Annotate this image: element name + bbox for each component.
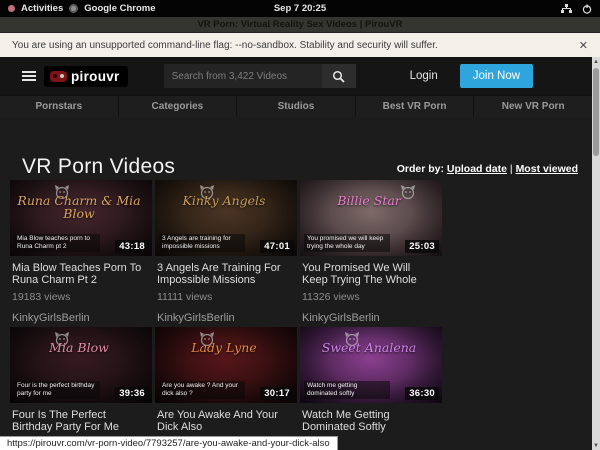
search-button[interactable] <box>322 64 356 88</box>
video-thumbnail[interactable]: Sweet Analena Watch me getting dominated… <box>300 327 442 403</box>
clock[interactable]: Sep 7 20:25 <box>0 3 600 14</box>
nav-item-new-vr-porn[interactable]: New VR Porn <box>473 96 592 117</box>
video-card: Runa Charm & Mia Blow Mia Blow teaches p… <box>10 180 152 324</box>
duration-badge: 36:30 <box>405 387 439 400</box>
studio-watermark-icon <box>344 332 360 346</box>
login-link[interactable]: Login <box>410 70 438 82</box>
site-logo[interactable]: pirouvr <box>44 66 128 87</box>
scrollbar-thumb[interactable] <box>593 68 599 156</box>
nav-item-studios[interactable]: Studios <box>236 96 355 117</box>
video-title-link[interactable]: Four Is The Perfect Birthday Party For M… <box>12 409 148 433</box>
video-title-link[interactable]: Watch Me Getting Dominated Softly <box>302 409 438 433</box>
video-title-link[interactable]: Mia Blow Teaches Porn To Runa Charm Pt 2 <box>12 262 148 286</box>
main-nav: PornstarsCategoriesStudiosBest VR PornNe… <box>0 95 592 117</box>
nav-item-categories[interactable]: Categories <box>118 96 237 117</box>
video-studio-link[interactable]: KinkyGirlsBerlin <box>302 312 438 324</box>
order-upload-date-link[interactable]: Upload date <box>447 163 507 175</box>
order-by: Order by: Upload date | Most viewed <box>397 163 578 179</box>
menu-icon[interactable] <box>22 69 36 83</box>
video-card: Billie Star You promised we will keep tr… <box>300 180 442 324</box>
search-icon <box>332 70 345 83</box>
video-studio-link[interactable]: KinkyGirlsBerlin <box>12 312 148 324</box>
page-title: VR Porn Videos <box>22 155 175 179</box>
nav-item-pornstars[interactable]: Pornstars <box>0 96 118 117</box>
video-thumbnail[interactable]: Runa Charm & Mia Blow Mia Blow teaches p… <box>10 180 152 256</box>
scroll-down-icon[interactable]: ▼ <box>592 441 600 450</box>
video-studio-link[interactable]: KinkyGirlsBerlin <box>157 312 293 324</box>
video-views: 11111 views <box>157 291 293 303</box>
browser-window: Activities Google Chrome Sep 7 20:25 VR … <box>0 0 600 450</box>
chrome-warning-bar: You are using an unsupported command-lin… <box>0 33 600 57</box>
nav-item-best-vr-porn[interactable]: Best VR Porn <box>355 96 474 117</box>
video-thumbnail[interactable]: Lady Lyne Are you awake ? And your dick … <box>155 327 297 403</box>
search-input[interactable] <box>164 64 322 88</box>
duration-badge: 25:03 <box>405 240 439 253</box>
scroll-up-icon[interactable]: ▲ <box>592 57 600 66</box>
studio-watermark-icon <box>199 185 215 199</box>
order-by-label: Order by: <box>397 163 444 175</box>
site-header: pirouvr Login Join Now <box>0 57 592 95</box>
vr-goggles-icon <box>50 71 67 82</box>
video-title-link[interactable]: 3 Angels Are Training For Impossible Mis… <box>157 262 293 286</box>
close-icon[interactable]: ✕ <box>579 39 600 52</box>
duration-badge: 47:01 <box>260 240 294 253</box>
video-title-link[interactable]: You Promised We Will Keep Trying The Who… <box>302 262 438 286</box>
video-card: Sweet Analena Watch me getting dominated… <box>300 327 442 450</box>
video-card: Mia Blow Four is the perfect birthday pa… <box>10 327 152 450</box>
video-title-link[interactable]: Are You Awake And Your Dick Also <box>157 409 293 433</box>
video-views: 19183 views <box>12 291 148 303</box>
studio-watermark-icon <box>400 185 416 199</box>
video-views: 11326 views <box>302 291 438 303</box>
site-logo-text: pirouvr <box>71 69 120 84</box>
studio-watermark-icon <box>54 185 70 199</box>
warning-message: You are using an unsupported command-lin… <box>0 40 438 51</box>
studio-watermark-icon <box>54 332 70 346</box>
scrollbar[interactable]: ▲ ▼ <box>592 57 600 450</box>
page-viewport: pirouvr Login Join Now PornstarsCategori… <box>0 57 600 450</box>
video-card: Kinky Angels 3 Angels are training for i… <box>155 180 297 324</box>
duration-badge: 43:18 <box>115 240 149 253</box>
video-thumbnail[interactable]: Kinky Angels 3 Angels are training for i… <box>155 180 297 256</box>
video-thumbnail[interactable]: Mia Blow Four is the perfect birthday pa… <box>10 327 152 403</box>
window-title-bar: VR Porn: Virtual Reality Sex Videos | Pi… <box>0 17 600 33</box>
video-thumbnail[interactable]: Billie Star You promised we will keep tr… <box>300 180 442 256</box>
video-grid: Runa Charm & Mia Blow Mia Blow teaches p… <box>0 180 582 450</box>
join-now-button[interactable]: Join Now <box>460 64 533 88</box>
duration-badge: 30:17 <box>260 387 294 400</box>
studio-watermark-icon <box>199 332 215 346</box>
video-card: Lady Lyne Are you awake ? And your dick … <box>155 327 297 450</box>
window-title: VR Porn: Virtual Reality Sex Videos | Pi… <box>197 19 402 30</box>
order-most-viewed-link[interactable]: Most viewed <box>516 163 578 175</box>
status-url: https://pirouvr.com/vr-porn-video/779325… <box>7 438 330 449</box>
duration-badge: 39:36 <box>115 387 149 400</box>
system-top-bar: Activities Google Chrome Sep 7 20:25 <box>0 0 600 17</box>
status-url-bubble: https://pirouvr.com/vr-porn-video/779325… <box>0 436 338 450</box>
